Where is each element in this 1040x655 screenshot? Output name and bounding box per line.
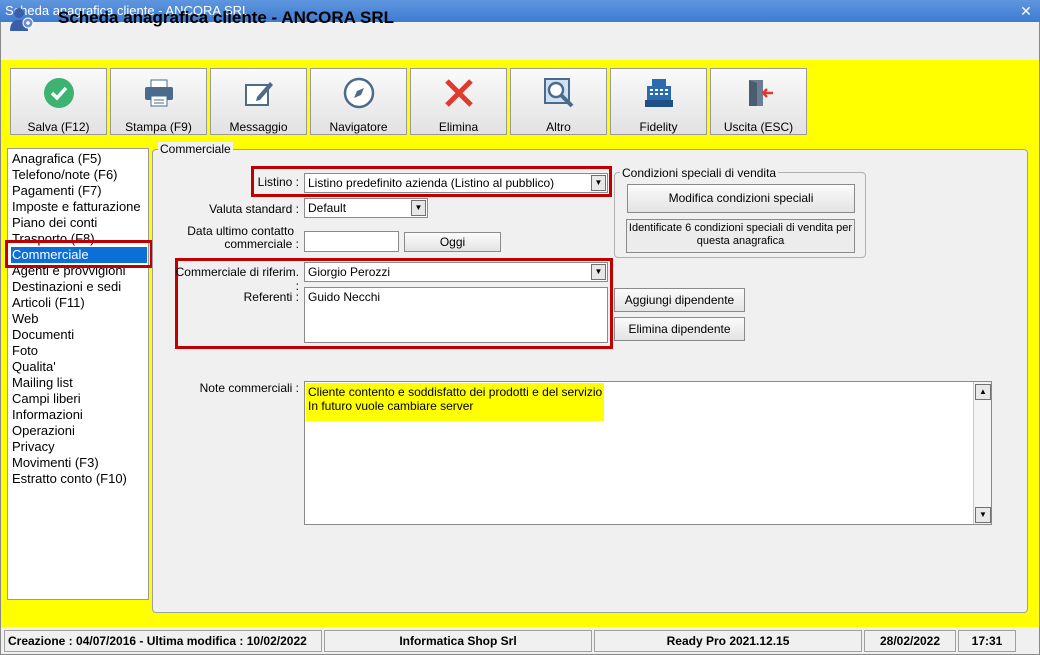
remove-dipendente-button[interactable]: Elimina dipendente [614, 317, 745, 341]
navigator-button[interactable]: Navigatore [310, 68, 407, 135]
status-dates: Creazione : 04/07/2016 - Ultima modifica… [4, 630, 322, 652]
nav-item-web[interactable]: Web [11, 311, 147, 327]
chevron-down-icon[interactable]: ▼ [591, 175, 606, 191]
add-dipendente-button[interactable]: Aggiungi dipendente [614, 288, 745, 312]
note-textarea[interactable]: Cliente contento e soddisfatto dei prodo… [304, 381, 992, 525]
status-date: 28/02/2022 [864, 630, 956, 652]
exit-button[interactable]: Uscita (ESC) [710, 68, 807, 135]
window-close-button[interactable]: ✕ [1018, 4, 1034, 18]
status-version: Ready Pro 2021.12.15 [594, 630, 862, 652]
note-line-2: In futuro vuole cambiare server [308, 399, 474, 413]
fidelity-button-label: Fidelity [639, 120, 678, 134]
nav-item-estratto-conto[interactable]: Estratto conto (F10) [11, 471, 147, 487]
save-button[interactable]: Salva (F12) [10, 68, 107, 135]
save-button-label: Salva (F12) [27, 120, 90, 134]
more-button[interactable]: Altro [510, 68, 607, 135]
print-button-label: Stampa (F9) [125, 120, 192, 134]
print-button[interactable]: Stampa (F9) [110, 68, 207, 135]
nav-item-campi-liberi[interactable]: Campi liberi [11, 391, 147, 407]
more-button-label: Altro [546, 120, 571, 134]
exit-icon [749, 80, 773, 106]
fidelity-button[interactable]: Fidelity [610, 68, 707, 135]
scroll-up-icon[interactable]: ▲ [975, 384, 991, 400]
chevron-down-icon[interactable]: ▼ [411, 200, 426, 216]
nav-item-piano-conti[interactable]: Piano dei conti [11, 215, 147, 231]
nav-item-informazioni[interactable]: Informazioni [11, 407, 147, 423]
referente-item[interactable]: Guido Necchi [305, 288, 607, 306]
valuta-select[interactable]: Default ▼ [304, 198, 428, 218]
status-time: 17:31 [958, 630, 1016, 652]
cash-register-icon [645, 79, 673, 107]
panel-legend: Commerciale [158, 142, 233, 156]
nav-item-anagrafica[interactable]: Anagrafica (F5) [11, 151, 147, 167]
referenti-list[interactable]: Guido Necchi [304, 287, 608, 343]
valuta-label: Valuta standard : [209, 202, 299, 216]
nav-item-foto[interactable]: Foto [11, 343, 147, 359]
check-icon [44, 78, 74, 108]
compass-icon [343, 77, 375, 109]
page-title: Scheda anagrafica cliente - ANCORA SRL [58, 8, 394, 27]
nav-item-operazioni[interactable]: Operazioni [11, 423, 147, 439]
nav-item-documenti[interactable]: Documenti [11, 327, 147, 343]
nav-item-mailing[interactable]: Mailing list [11, 375, 147, 391]
nav-item-privacy[interactable]: Privacy [11, 439, 147, 455]
commerciale-value: Giorgio Perozzi [308, 265, 391, 279]
condizioni-speciali-legend: Condizioni speciali di vendita [620, 166, 779, 180]
note-scrollbar[interactable]: ▲ ▼ [973, 382, 991, 524]
data-contatto-label-line2: commerciale : [224, 237, 299, 251]
listino-select[interactable]: Listino predefinito azienda (Listino al … [304, 173, 608, 193]
valuta-value: Default [308, 201, 347, 215]
nav-item-movimenti[interactable]: Movimenti (F3) [11, 455, 147, 471]
condizioni-info: Identificate 6 condizioni speciali di ve… [626, 219, 855, 253]
status-company: Informatica Shop Srl [324, 630, 592, 652]
navigator-button-label: Navigatore [329, 120, 388, 134]
delete-icon [445, 79, 473, 107]
scroll-down-icon[interactable]: ▼ [975, 507, 991, 523]
exit-button-label: Uscita (ESC) [723, 120, 794, 134]
listino-value: Listino predefinito azienda (Listino al … [308, 176, 555, 190]
note-line-1: Cliente contento e soddisfatto dei prodo… [308, 385, 603, 399]
data-contatto-input[interactable] [304, 231, 399, 252]
commerciale-label: Commerciale di riferim. : [175, 265, 299, 293]
message-button-label: Messaggio [229, 120, 288, 134]
commerciale-select[interactable]: Giorgio Perozzi ▼ [304, 262, 608, 282]
note-label: Note commerciali : [199, 381, 299, 395]
message-icon [245, 82, 273, 106]
data-contatto-label-line1: Data ultimo contatto [187, 224, 294, 238]
nav-item-imposte[interactable]: Imposte e fatturazione [11, 199, 147, 215]
search-icon [544, 78, 574, 108]
delete-button[interactable]: Elimina [410, 68, 507, 135]
nav-item-articoli[interactable]: Articoli (F11) [11, 295, 147, 311]
customer-card-icon [10, 8, 34, 31]
nav-item-destinazioni[interactable]: Destinazioni e sedi [11, 279, 147, 295]
delete-button-label: Elimina [438, 120, 479, 134]
oggi-button[interactable]: Oggi [404, 232, 501, 252]
printer-icon [145, 79, 173, 107]
nav-item-qualita[interactable]: Qualita' [11, 359, 147, 375]
chevron-down-icon[interactable]: ▼ [591, 264, 606, 280]
referenti-label: Referenti : [243, 290, 299, 304]
nav-item-telefono[interactable]: Telefono/note (F6) [11, 167, 147, 183]
listino-label: Listino : [257, 175, 299, 189]
message-button[interactable]: Messaggio [210, 68, 307, 135]
nav-highlight-box [5, 240, 153, 268]
close-icon: ✕ [1020, 3, 1032, 19]
modifica-condizioni-button[interactable]: Modifica condizioni speciali [627, 184, 855, 213]
nav-item-pagamenti[interactable]: Pagamenti (F7) [11, 183, 147, 199]
